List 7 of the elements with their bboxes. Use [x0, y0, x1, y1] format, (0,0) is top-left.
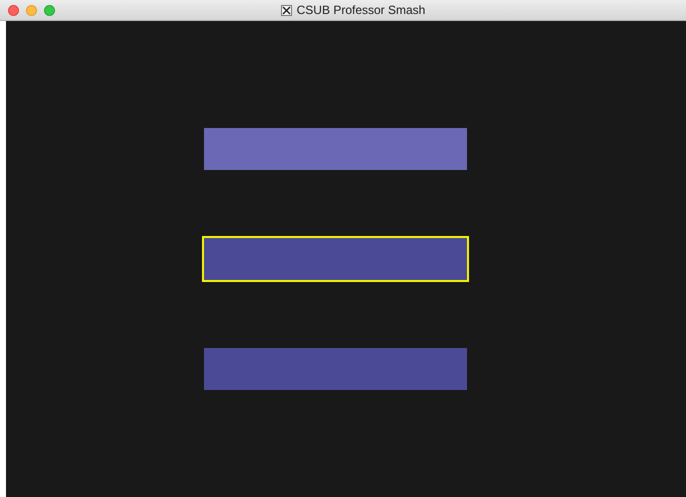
menu-bar[interactable] — [202, 236, 469, 282]
close-button[interactable] — [8, 4, 19, 16]
minimize-button[interactable] — [26, 4, 37, 16]
zoom-button[interactable] — [44, 4, 55, 16]
window-title: CSUB Professor Smash — [296, 2, 426, 19]
menu-bar[interactable] — [202, 126, 469, 172]
x-window-icon — [280, 4, 292, 16]
